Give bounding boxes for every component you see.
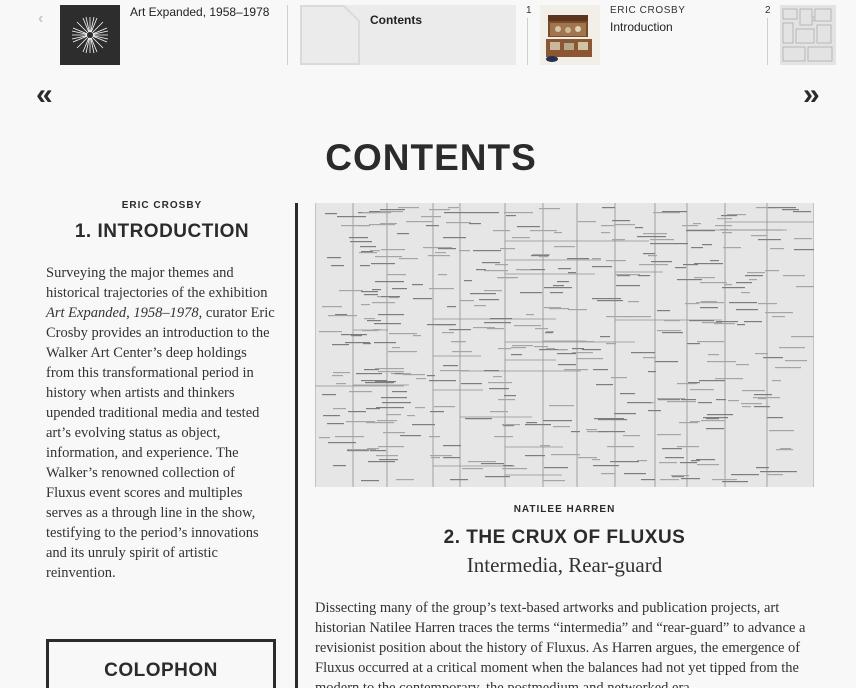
chapter-2-summary: Dissecting many of the group’s text-base… [315,600,806,688]
chapter-1-title[interactable]: 1. INTRODUCTION [46,221,278,243]
diagram-texture [315,203,814,487]
next-chapter-double-chevron-icon[interactable]: » [803,80,820,110]
page-title: CONTENTS [325,137,537,178]
chapter-2-title[interactable]: 2. THE CRUX OF FLUXUS [315,527,814,549]
chapter-2-author: NATILEE HARREN [513,504,616,515]
chapter-2-subtitle: Intermedia, Rear-guard [466,553,663,577]
colophon-button[interactable]: COLOPHON [46,639,276,688]
carousel-slide-introduction[interactable]: ERIC CROSBY Introduction [540,5,762,65]
fluxus-diagram-image[interactable] [315,203,814,487]
carousel-slide-crux-of-fluxus[interactable] [780,5,836,65]
blank-page-icon [300,5,360,65]
carousel-divider [527,18,528,65]
chapter-carousel: ‹ Art Expanded, 1958–1978 Contents 1 ERI… [0,0,856,72]
chapter-1-summary: Surveying the major themes and historica… [46,265,275,581]
slide-title: Art Expanded, 1958–1978 [130,5,270,19]
colophon-label: COLOPHON [104,660,218,681]
fluxus-chart-icon [780,5,836,65]
carousel-divider [287,5,288,65]
slide-title: Introduction [610,20,673,34]
slide-author: ERIC CROSBY [610,5,686,16]
chapter-1-author: ERIC CROSBY [121,200,203,211]
slide-number: 2 [765,5,771,16]
starburst-logo-icon [60,5,120,65]
slide-title: Contents [370,13,422,27]
carousel-divider [767,18,768,65]
carousel-slide-art-expanded[interactable]: Art Expanded, 1958–1978 [60,5,282,65]
previous-chapter-double-chevron-icon[interactable]: « [36,80,53,110]
slide-number: 1 [526,5,532,16]
wooden-box-photo-icon [540,5,600,65]
chapter-1-entry[interactable]: ERIC CROSBY 1. INTRODUCTION Surveying th… [46,200,278,583]
carousel-prev-chevron-icon[interactable]: ‹ [38,10,43,28]
carousel-slide-contents[interactable]: Contents [300,5,516,65]
column-divider [295,203,298,688]
carousel-next-chevron-icon[interactable]: › [811,10,816,28]
chapter-2-entry[interactable]: NATILEE HARREN 2. THE CRUX OF FLUXUS Int… [315,504,814,688]
